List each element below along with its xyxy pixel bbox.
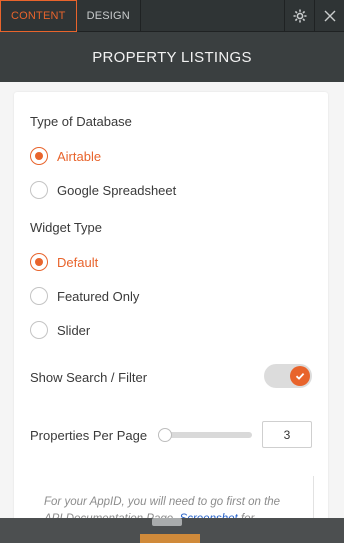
bottom-strip <box>0 518 344 543</box>
radio-indicator <box>30 181 48 199</box>
radio-indicator <box>30 253 48 271</box>
radio-indicator <box>30 147 48 165</box>
background-image-peek <box>140 534 200 543</box>
slider-track <box>158 432 252 438</box>
radio-label: Featured Only <box>57 288 140 304</box>
close-button[interactable] <box>314 0 344 32</box>
settings-card: Type of Database Airtable Google Spreads… <box>14 92 328 536</box>
per-page-slider[interactable] <box>158 428 252 442</box>
search-filter-label: Show Search / Filter <box>30 370 148 385</box>
page-title: PROPERTY LISTINGS <box>0 32 344 82</box>
content-area: Type of Database Airtable Google Spreads… <box>0 82 344 536</box>
radio-slider[interactable]: Slider <box>30 321 90 339</box>
widget-type-label: Widget Type <box>30 220 103 235</box>
gear-icon <box>293 9 306 23</box>
radio-default[interactable]: Default <box>30 253 98 271</box>
toggle-knob <box>290 366 310 386</box>
check-icon <box>295 372 305 380</box>
search-filter-toggle[interactable] <box>264 364 312 388</box>
database-type-label: Type of Database <box>30 114 132 129</box>
radio-airtable[interactable]: Airtable <box>30 147 101 165</box>
tab-design[interactable]: DESIGN <box>77 0 141 32</box>
radio-label: Slider <box>57 322 91 338</box>
close-icon <box>324 10 335 22</box>
radio-indicator <box>30 287 48 305</box>
radio-google-spreadsheet[interactable]: Google Spreadsheet <box>30 181 176 199</box>
radio-indicator <box>30 321 48 339</box>
radio-label: Default <box>57 254 99 270</box>
resize-handle[interactable] <box>152 518 182 526</box>
per-page-input[interactable] <box>262 421 312 448</box>
settings-button[interactable] <box>284 0 314 32</box>
per-page-label: Properties Per Page <box>30 428 148 443</box>
tab-bar-spacer <box>141 0 284 31</box>
top-tab-bar: CONTENT DESIGN <box>0 0 344 32</box>
tab-content[interactable]: CONTENT <box>0 0 77 32</box>
radio-featured-only[interactable]: Featured Only <box>30 287 139 305</box>
settings-panel: CONTENT DESIGN PROPERTY LISTINGS Type of… <box>0 0 344 543</box>
slider-thumb[interactable] <box>158 428 172 442</box>
radio-label: Airtable <box>57 148 102 164</box>
radio-label: Google Spreadsheet <box>57 182 177 198</box>
